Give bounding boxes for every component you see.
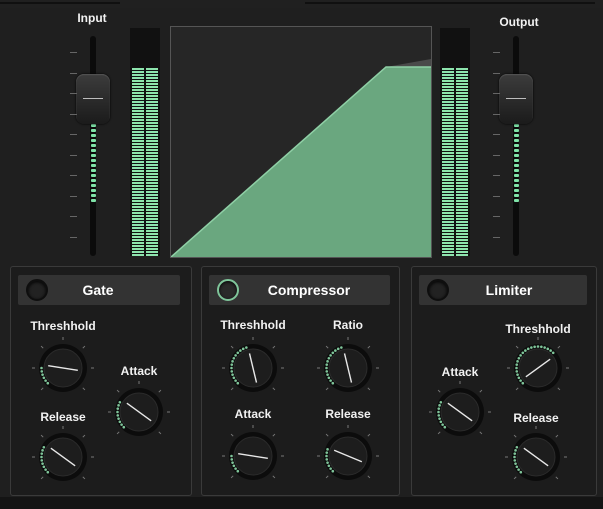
level-dot	[513, 149, 519, 152]
compressor-title: Compressor	[267, 282, 351, 298]
gate-title: Gate	[82, 282, 114, 298]
scale-tick	[493, 216, 500, 217]
output-fader-level	[513, 124, 519, 204]
level-dot	[513, 144, 519, 147]
output-fader-handle[interactable]	[499, 74, 533, 124]
level-dot	[513, 179, 519, 182]
level-dot	[90, 194, 96, 197]
scale-tick	[70, 134, 77, 135]
scale-tick	[493, 236, 500, 238]
gate-attack-knob[interactable]	[107, 380, 171, 444]
limiter-release-label: Release	[513, 411, 559, 425]
scale-tick	[70, 175, 77, 176]
footer-bar	[0, 497, 603, 509]
level-dot	[90, 189, 96, 192]
scale-tick	[70, 113, 77, 115]
scale-tick	[70, 236, 77, 238]
limiter-header: Limiter	[419, 275, 587, 305]
level-dot	[513, 124, 519, 127]
scale-tick	[70, 216, 77, 217]
scale-tick	[493, 134, 500, 135]
scale-tick	[70, 72, 77, 74]
gate-release-knob[interactable]	[31, 425, 95, 489]
level-dot	[90, 159, 96, 162]
input-meter	[130, 28, 160, 256]
gate-threshold-label: Threshhold	[30, 319, 96, 333]
gate-release-label: Release	[40, 410, 86, 424]
gate-threshold-knob[interactable]	[31, 336, 95, 400]
compressor-header: Compressor	[209, 275, 390, 305]
level-dot	[513, 154, 519, 157]
level-dot	[513, 169, 519, 172]
compressor-ratio-label: Ratio	[333, 318, 363, 332]
transfer-curve	[170, 59, 431, 258]
level-dot	[513, 174, 519, 177]
level-dot	[513, 139, 519, 142]
limiter-attack-knob[interactable]	[428, 380, 492, 444]
scale-tick	[493, 52, 500, 53]
level-dot	[90, 149, 96, 152]
level-dot	[90, 139, 96, 142]
level-dot	[90, 184, 96, 187]
level-dot	[513, 159, 519, 162]
scale-tick	[70, 154, 77, 156]
limiter-enable-toggle[interactable]	[427, 279, 449, 301]
level-dot	[90, 134, 96, 137]
input-fader-handle[interactable]	[76, 74, 110, 124]
level-dot	[513, 189, 519, 192]
compressor-threshold-knob[interactable]	[221, 336, 285, 400]
transfer-curve-graph	[170, 26, 432, 258]
level-dot	[90, 199, 96, 202]
scale-tick	[70, 195, 77, 197]
level-dot	[90, 129, 96, 132]
compressor-ratio-knob[interactable]	[316, 336, 380, 400]
scale-tick	[70, 93, 77, 94]
transfer-curve-fill	[171, 67, 431, 257]
compressor-attack-knob[interactable]	[221, 424, 285, 488]
scale-tick	[493, 72, 500, 74]
level-dot	[90, 124, 96, 127]
level-dot	[513, 134, 519, 137]
limiter-threshold-knob[interactable]	[506, 336, 570, 400]
gate-header: Gate	[18, 275, 180, 305]
limiter-attack-label: Attack	[441, 365, 479, 379]
level-dot	[513, 164, 519, 167]
level-dot	[90, 169, 96, 172]
scale-tick	[493, 175, 500, 176]
level-dot	[90, 144, 96, 147]
output-label: Output	[499, 15, 539, 29]
gate-enable-toggle[interactable]	[26, 279, 48, 301]
level-dot	[513, 199, 519, 202]
scale-tick	[493, 93, 500, 94]
level-dot	[90, 154, 96, 157]
level-dot	[90, 174, 96, 177]
compressor-release-label: Release	[325, 407, 371, 421]
compressor-release-knob[interactable]	[316, 424, 380, 488]
input-label: Input	[77, 11, 107, 25]
output-meter	[440, 28, 470, 256]
compressor-attack-label: Attack	[234, 407, 272, 421]
compressor-enable-toggle[interactable]	[217, 279, 239, 301]
level-dot	[513, 184, 519, 187]
level-dot	[90, 179, 96, 182]
top-stripe	[0, 0, 603, 8]
level-dot	[90, 164, 96, 167]
limiter-threshold-label: Threshhold	[505, 322, 571, 336]
level-dot	[513, 194, 519, 197]
limiter-release-knob[interactable]	[504, 425, 568, 489]
level-dot	[513, 129, 519, 132]
input-fader-level	[90, 124, 96, 204]
limiter-title: Limiter	[485, 282, 533, 298]
gate-attack-label: Attack	[120, 364, 158, 378]
scale-tick	[493, 195, 500, 197]
scale-tick	[70, 52, 77, 53]
scale-tick	[493, 113, 500, 115]
compressor-threshold-label: Threshhold	[220, 318, 286, 332]
scale-tick	[493, 154, 500, 156]
